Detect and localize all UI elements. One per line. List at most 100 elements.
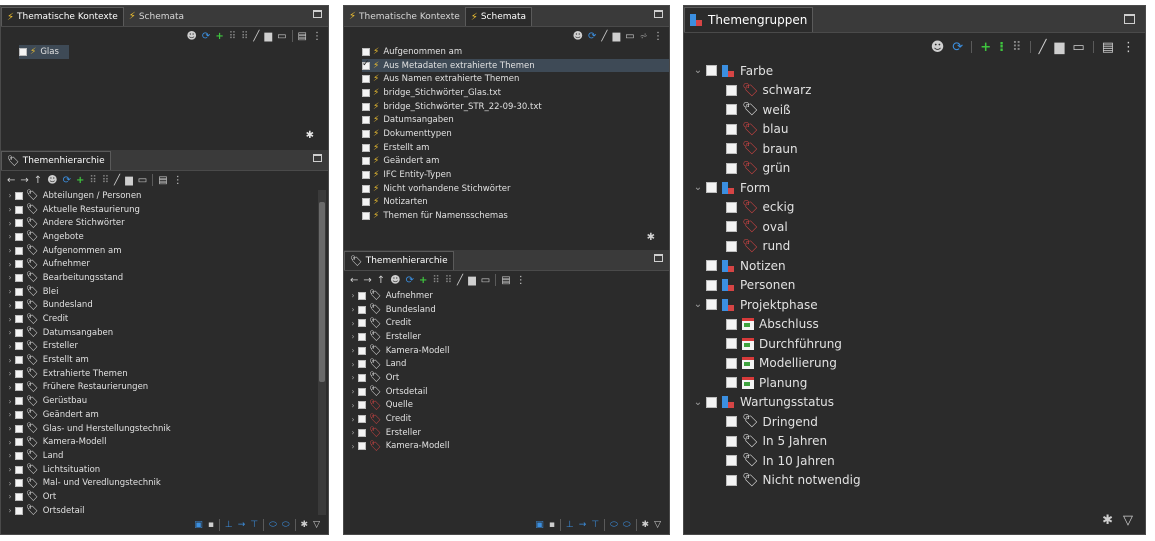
checkbox[interactable] [706,299,717,311]
chevron-right-icon[interactable]: › [5,301,15,310]
maximize-icon[interactable] [313,10,322,18]
tree-row[interactable]: › 🏷 Ort [348,371,669,385]
maximize-icon[interactable] [654,10,663,18]
chevron-right-icon[interactable]: › [5,260,15,269]
more-menu-icon[interactable]: ⋮ [653,31,663,42]
tree-row[interactable]: › 🏷 Erstellt am [5,353,328,367]
tree-row[interactable]: 🏷 blau [690,120,1145,140]
checkbox[interactable] [362,75,370,84]
chevron-right-icon[interactable]: › [5,273,15,282]
arrow-right-icon[interactable]: → [363,275,371,286]
chevron-right-icon[interactable]: › [348,415,358,424]
tree-row[interactable]: › 🏷 Aufnehmer [5,257,328,271]
scrollbar[interactable] [318,190,326,515]
tree-row[interactable]: Durchführung [690,334,1145,354]
chevron-right-icon[interactable]: › [5,492,15,501]
arrow-left-icon[interactable]: ← [7,175,15,186]
tree-row[interactable]: › 🏷 Lichtsituation [5,463,328,477]
checkbox[interactable] [15,506,23,515]
tree-row[interactable]: › 🏷 Credit [348,412,669,426]
filter-settings-icon[interactable]: ⩫ [640,31,648,42]
checkbox[interactable] [726,104,737,116]
checkbox[interactable] [706,182,717,194]
checkbox[interactable] [358,360,366,369]
chevron-right-icon[interactable]: › [348,360,358,369]
filter-down-icon[interactable]: ⊤ [250,520,258,530]
layout-icon[interactable]: ▤ [1102,40,1114,55]
list-item[interactable]: ⚡ Nicht vorhandene Stichwörter [362,182,669,196]
tree-row[interactable]: 🏷 In 10 Jahren [690,451,1145,471]
more-menu-icon[interactable]: ⋮ [312,31,322,42]
tree-row[interactable]: 🏷 braun [690,139,1145,159]
checkbox[interactable] [726,240,737,252]
more-menu-icon[interactable]: ⋮ [173,175,183,186]
checkbox[interactable] [15,492,23,501]
tree-row[interactable]: Planung [690,373,1145,393]
add-icon[interactable]: + [980,40,991,55]
checkbox[interactable] [15,205,23,214]
checkbox[interactable] [706,260,717,272]
checkbox[interactable] [362,59,370,70]
view-alt-icon[interactable]: ⬭ [282,520,290,530]
checkbox[interactable] [726,377,737,389]
chevron-down-icon[interactable]: ⌄ [690,397,706,408]
chevron-right-icon[interactable]: › [348,373,358,382]
checkbox[interactable] [15,191,23,200]
checkbox[interactable] [15,260,23,269]
sync-icon[interactable]: → [579,520,587,530]
list-item[interactable]: ⚡ Aus Namen extrahierte Themen [362,72,669,86]
arrow-up-icon[interactable]: ↑ [34,175,42,186]
chevron-right-icon[interactable]: › [348,319,358,328]
filter-icon[interactable]: ▽ [1123,513,1133,528]
chevron-right-icon[interactable]: › [5,246,15,255]
checkbox[interactable] [726,474,737,486]
checkbox[interactable] [358,291,366,300]
checkbox[interactable] [362,129,370,138]
tree-row[interactable]: › 🏷 Geändert am [5,408,328,422]
settings-icon[interactable]: ✱ [647,232,655,243]
tree-row[interactable]: 🏷 eckig [690,198,1145,218]
list-item[interactable]: ⚡ Themen für Namensschemas [362,209,669,223]
checkbox[interactable] [15,465,23,474]
tree-row[interactable]: ⌄ Projektphase [690,295,1145,315]
tree-row[interactable]: › 🏷 Kamera-Modell [5,435,328,449]
checkbox[interactable] [706,396,717,408]
chevron-right-icon[interactable]: › [5,287,15,296]
copy-icon[interactable]: ▆ [468,275,476,286]
edit-icon[interactable]: ╱ [253,31,259,42]
edit-icon[interactable]: ╱ [601,31,607,42]
tree-alt-icon[interactable]: ⠿ [241,31,248,42]
checkbox[interactable] [15,451,23,460]
tree-row[interactable]: Personen [690,276,1145,296]
checkbox[interactable] [19,47,27,56]
edit-icon[interactable]: ╱ [1039,40,1047,55]
chevron-right-icon[interactable]: › [348,428,358,437]
copy-icon[interactable]: ▆ [612,31,620,42]
checkbox[interactable] [726,123,737,135]
checkbox[interactable] [358,346,366,355]
expand-icon[interactable]: ▪ [208,520,214,530]
refresh-icon[interactable]: ⟳ [63,175,71,186]
tab-themengruppen[interactable]: Themengruppen [684,7,814,32]
tab-themenhierarchie[interactable]: 🏷 Themenhierarchie [344,251,454,270]
checkbox[interactable] [362,143,370,152]
chevron-down-icon[interactable]: ⌄ [690,65,706,76]
sync-icon[interactable]: → [238,520,246,530]
tab-themenhierarchie[interactable]: 🏷 Themenhierarchie [1,151,111,170]
checkbox[interactable] [15,246,23,255]
more-menu-icon[interactable]: ⋮ [1122,40,1135,55]
checkbox[interactable] [15,342,23,351]
link-icon[interactable]: ⊥ [225,520,233,530]
checkbox[interactable] [15,397,23,406]
view-icon[interactable]: ⬭ [269,520,277,530]
brain-icon[interactable]: ☻ [47,175,57,186]
layout-icon[interactable]: ▤ [501,275,510,286]
tree-row[interactable]: ⌄ Wartungsstatus [690,393,1145,413]
checkbox[interactable] [15,410,23,419]
checkbox[interactable] [15,479,23,488]
tree-row[interactable]: › 🏷 Quelle [348,399,669,413]
tree-icon[interactable]: ⠿ [432,275,439,286]
checkbox[interactable] [362,184,370,193]
link-icon[interactable]: ⊥ [566,520,574,530]
tree-row[interactable]: › 🏷 Kamera-Modell [348,344,669,358]
